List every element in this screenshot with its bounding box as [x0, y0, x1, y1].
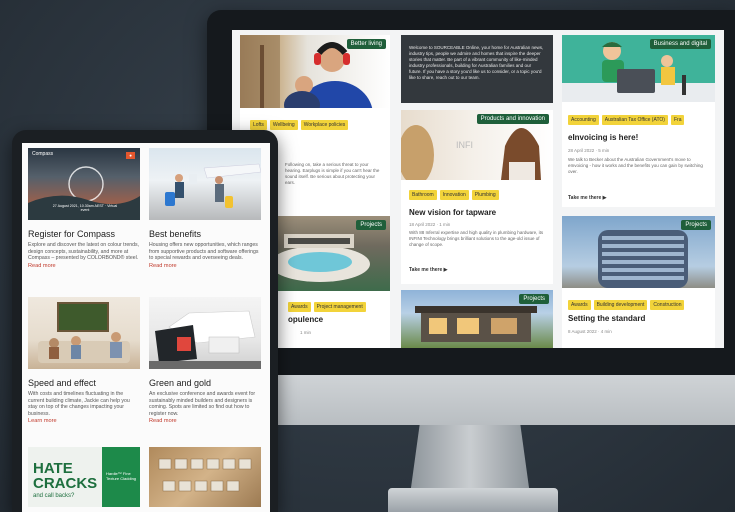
compass-event-date: 27 August 2021, 10.30am AEST · Virtual e… [52, 204, 118, 212]
category-badge[interactable]: Projects [356, 220, 386, 230]
monitor-stand [410, 425, 530, 495]
ad-headline: HATE CRACKS [33, 460, 98, 492]
card-title[interactable]: Green and gold [149, 378, 261, 388]
tag[interactable]: Project management [313, 302, 366, 312]
tag[interactable]: Accounting [568, 115, 599, 125]
card-title[interactable]: Best benefits [149, 229, 261, 239]
article-title[interactable]: opulence [288, 315, 323, 324]
article-title[interactable]: New vision for tapware [409, 208, 496, 217]
living-room-illustration [38, 302, 130, 363]
tag-list: Accounting Australian Tax Office (ATO) F… [568, 115, 685, 125]
speed-image [28, 297, 140, 369]
aerial-image [149, 447, 261, 507]
tag[interactable]: Construction [650, 300, 685, 310]
tag[interactable]: Australian Tax Office (ATO) [601, 115, 668, 125]
article-meta: 18 April 2022 · 1 min [409, 222, 451, 227]
article-image-einvoicing: Business and digital [562, 35, 715, 102]
article-meta: 1 min [300, 330, 312, 335]
article-title[interactable]: Setting the standard [568, 314, 645, 323]
category-badge[interactable]: Products and innovation [476, 114, 549, 124]
link-label: Take me there [409, 267, 443, 273]
card-excerpt: Housing offers new opportunities, which … [149, 242, 259, 262]
tag[interactable]: Workplace policies [300, 120, 349, 130]
arrow-right-icon: ▶ [443, 267, 448, 273]
article-title[interactable]: eInvoicing is here! [568, 133, 638, 142]
article-card-einvoicing[interactable]: Business and digital Accounting Australi… [562, 35, 715, 207]
welcome-promo: Welcome to SOURCEABLE Online, your home … [401, 35, 553, 103]
subdivision-illustration [158, 458, 252, 492]
article-card-house[interactable]: Projects [401, 290, 553, 348]
ad-subline: and call backs? [33, 493, 75, 499]
category-badge[interactable]: Better living [346, 39, 386, 49]
tag[interactable]: Wellbeing [269, 120, 298, 130]
tablet-card-green-gold[interactable]: Green and gold An exclusive conference a… [149, 297, 261, 424]
tablet-card-compass[interactable]: Compass ● 27 August 2021, 10.30am AEST ·… [28, 148, 140, 269]
ad-product: Hardie™ Fine Texture Cladding [106, 471, 137, 481]
modern-house-illustration [149, 310, 261, 369]
link-label: Take me there [568, 195, 602, 201]
article-excerpt: With 88 Inferral expertise and high qual… [409, 230, 544, 247]
category-badge[interactable]: Projects [519, 294, 549, 304]
tag[interactable]: Fra [670, 115, 685, 125]
tablet-card-aerial[interactable] [149, 447, 261, 507]
hate-cracks-ad[interactable]: HATE CRACKS and call backs? Hardie™ Fine… [28, 447, 140, 507]
arrow-right-icon: ▶ [602, 195, 607, 201]
tag[interactable]: Awards [288, 302, 311, 312]
tag[interactable]: Bathroom [409, 190, 437, 200]
tablet-card-benefits[interactable]: Best benefits Housing offers new opportu… [149, 148, 261, 269]
register-badge: ● [126, 152, 135, 159]
tag-list: Awards Project management [288, 302, 366, 312]
tag-list: Awards Building development Construction [568, 300, 685, 310]
category-badge[interactable]: Projects [681, 220, 711, 230]
card-excerpt: Explore and discover the latest on colou… [28, 242, 140, 262]
card-title[interactable]: Speed and effect [28, 378, 140, 388]
desktop-screen: Better living Lofts Wellbeing Workplace … [232, 30, 724, 348]
tag[interactable]: Lofts [250, 120, 267, 130]
article-meta: 28 April 2022 · 5 min [568, 148, 610, 153]
green-gold-image [149, 297, 261, 369]
tablet-card-speed[interactable]: Speed and effect With costs and timeline… [28, 297, 140, 424]
tag[interactable]: Building development [593, 300, 648, 310]
article-card-standard[interactable]: Projects Awards Building development Con… [562, 216, 715, 348]
card-title[interactable]: Register for Compass [28, 229, 140, 239]
read-more-link[interactable]: Read more [149, 263, 261, 269]
tag[interactable]: Plumbing [471, 190, 499, 200]
read-more-link[interactable]: Read more [28, 263, 140, 269]
benefits-image [149, 148, 261, 220]
airport-illustration [165, 163, 261, 208]
svg-text:INFI: INFI [456, 140, 473, 150]
take-me-there-link[interactable]: Take me there ▶ [409, 267, 448, 273]
article-excerpt: We talk to Becker about the Australian G… [568, 157, 703, 174]
card-excerpt: An exclusive conference and awards event… [149, 391, 256, 417]
learn-more-link[interactable]: Learn more [28, 418, 140, 424]
article-image-tapware: INFI Products and innovation [401, 110, 553, 180]
tag[interactable]: Innovation [439, 190, 469, 200]
tag-list: Lofts Wellbeing Workplace policies [250, 120, 349, 130]
article-meta: 8 August 2022 · 4 min [568, 329, 612, 334]
monitor-chin [207, 375, 735, 425]
compass-logo: Compass [32, 151, 54, 157]
tablet-screen: Compass ● 27 August 2021, 10.30am AEST ·… [22, 143, 270, 512]
article-image-hearing: Better living [240, 35, 390, 108]
compass-hero-image: Compass ● 27 August 2021, 10.30am AEST ·… [28, 148, 140, 220]
category-badge[interactable]: Business and digital [649, 39, 711, 49]
article-card-tapware[interactable]: INFI Products and innovation Bathroom In… [401, 110, 553, 284]
read-more-link[interactable]: Read more [149, 418, 261, 424]
tag-list: Bathroom Innovation Plumbing [409, 190, 499, 200]
welcome-text: Welcome to SOURCEABLE Online, your home … [409, 45, 544, 80]
tag[interactable]: Awards [568, 300, 591, 310]
article-image-house: Projects [401, 290, 553, 348]
article-image-standard: Projects [562, 216, 715, 288]
article-excerpt: Following on, take a serious threat to y… [285, 162, 380, 185]
take-me-there-link[interactable]: Take me there ▶ [568, 195, 607, 201]
monitor-stand-base [388, 488, 558, 512]
card-excerpt: With costs and timelines fluctuating in … [28, 391, 130, 417]
